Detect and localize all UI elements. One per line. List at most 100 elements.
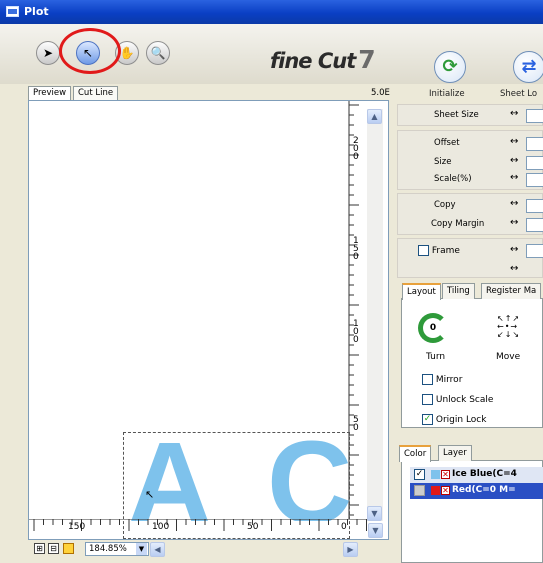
ice-blue-name: Ice Blue(C=4 (452, 469, 517, 479)
frame-group: Frame ↔ ↔ (397, 238, 543, 278)
title-bar: Plot (0, 0, 543, 24)
unlock-scale-check-icon[interactable] (422, 394, 433, 405)
transform-group: Offset ↔ Size ↔ Scale(%) ↔ (397, 130, 543, 190)
logo-text: fine Cut (270, 49, 356, 73)
red-check-icon[interactable] (414, 485, 425, 496)
window-title: Plot (24, 5, 49, 18)
turn-icon[interactable]: 0 (418, 313, 448, 343)
frame-checkbox[interactable]: Frame (418, 245, 460, 256)
sheet-size-label: Sheet Size (434, 110, 479, 120)
copy-field[interactable] (526, 199, 543, 213)
tab-register-marks[interactable]: Register Ma (481, 283, 542, 299)
size-field[interactable] (526, 156, 543, 170)
origin-lock-checkbox[interactable]: ✓ Origin Lock (422, 414, 486, 425)
mouse-cursor-icon: ↖ (145, 488, 155, 501)
ice-blue-swatch (431, 470, 440, 479)
offset-arrow-icon: ↔ (510, 136, 519, 147)
logo-version: 7 (358, 45, 375, 74)
copy-margin-field[interactable] (526, 218, 543, 232)
scroll-right-icon[interactable]: ▶ (343, 542, 358, 557)
ice-blue-cut-icon[interactable]: ✕ (441, 470, 450, 479)
frame-field[interactable] (526, 244, 543, 258)
move-arrows-icon[interactable]: ↖↑↗ ←•→ ↙↓↘ (497, 315, 537, 339)
swap-icon: ⇄ (521, 56, 537, 77)
ruler-label-h0: 0 (341, 522, 347, 532)
zoom-select[interactable]: 184.85% ▼ (85, 542, 149, 556)
offset-field[interactable] (526, 137, 543, 151)
copy-label: Copy (434, 200, 456, 210)
copy-margin-arrow-icon: ↔ (510, 217, 519, 228)
scroll-left-icon[interactable]: ◀ (150, 542, 165, 557)
scale-arrow-icon: ↔ (510, 172, 519, 183)
plot-window: Plot ➤ ↖ ✋ 🔍 fine Cut 7 ⟳ ⇄ Initialize Sh… (0, 0, 543, 563)
ice-blue-check-icon[interactable]: ✓ (414, 469, 425, 480)
initialize-label: Initialize (429, 89, 465, 99)
zoom-value: 184.85% (89, 544, 127, 554)
canvas-letter-c[interactable]: C (267, 424, 352, 521)
unlock-scale-label: Unlock Scale (435, 395, 494, 405)
window-icon (6, 6, 19, 17)
ruler-label-100: 1 0 0 (353, 319, 359, 345)
mirror-check-icon[interactable] (422, 374, 433, 385)
sheet-label: Sheet Lo (500, 89, 538, 99)
chevron-down-icon[interactable]: ▼ (136, 543, 147, 555)
turn-label: Turn (426, 352, 446, 362)
frame-arrow-icon: ↔ (510, 244, 519, 255)
origin-lock-check-icon[interactable]: ✓ (422, 414, 433, 425)
fit-width-icon[interactable]: ⊟ (48, 543, 59, 554)
tab-color[interactable]: Color (399, 445, 432, 462)
ruler-label-200: 2 0 0 (353, 136, 359, 162)
frame-label: Frame (431, 246, 460, 256)
tab-cut-line[interactable]: Cut Line (73, 86, 119, 100)
red-name: Red(C=0 M= (452, 485, 516, 495)
refresh-icon: ⟳ (442, 56, 458, 77)
vertical-scrollbar[interactable]: ▲ ▼ (367, 109, 383, 521)
ruler-label-150: 1 5 0 (353, 236, 359, 262)
copy-margin-label: Copy Margin (431, 219, 485, 229)
sheet-load-button[interactable]: ⇄ (513, 51, 543, 83)
layout-panel: Layout Tiling Register Ma 0 Turn ↖↑↗ ←•→ ↙… (401, 283, 543, 428)
copy-group: Copy ↔ Copy Margin ↔ (397, 193, 543, 235)
highlight-circle (59, 28, 121, 74)
sheet-size-arrow-icon: ↔ (510, 108, 519, 119)
tab-layout[interactable]: Layout (402, 283, 441, 300)
origin-lock-label: Origin Lock (435, 415, 487, 425)
tab-preview[interactable]: Preview (28, 86, 72, 101)
color-row-ice-blue[interactable]: ✓ ✕ Ice Blue(C=4 (410, 467, 543, 483)
arrow-tool-icon[interactable]: ➤ (36, 41, 60, 65)
color-panel: Color Layer ✓ ✕ Ice Blue(C=4 ✕ Red(C=0 M… (399, 445, 543, 563)
scroll-down-end-icon[interactable]: ▼ (368, 523, 383, 538)
ruler-label-h100: 100 (152, 522, 170, 532)
unlock-scale-checkbox[interactable]: Unlock Scale (422, 394, 493, 405)
color-row-red[interactable]: ✕ Red(C=0 M= (410, 483, 543, 499)
sheet-size-field[interactable] (526, 109, 543, 123)
frame-check-icon[interactable] (418, 245, 429, 256)
finecut-logo: fine Cut 7 (270, 45, 376, 74)
scale-label: Scale(%) (434, 174, 472, 184)
canvas-letter-a[interactable]: A (127, 425, 212, 521)
mirror-checkbox[interactable]: Mirror (422, 374, 462, 385)
initialize-button[interactable]: ⟳ (434, 51, 466, 83)
preview-canvas[interactable]: ▲ ▼ 2 0 0 1 5 0 1 0 0 5 0 A C 150 100 50… (28, 100, 389, 540)
offset-label: Offset (434, 138, 460, 148)
tab-layer[interactable]: Layer (438, 445, 472, 461)
tab-tiling[interactable]: Tiling (442, 283, 475, 299)
scroll-up-icon[interactable]: ▲ (367, 109, 382, 124)
copy-arrow-icon: ↔ (510, 198, 519, 209)
frame-arrow2-icon: ↔ (510, 263, 519, 274)
size-arrow-icon: ↔ (510, 155, 519, 166)
zoom-selection-icon[interactable] (63, 543, 74, 554)
red-cut-icon[interactable]: ✕ (441, 486, 450, 495)
ruler-label-h150: 150 (68, 522, 86, 532)
status-bar: ⊞ ⊟ 184.85% ▼ ◀ ▶ (28, 540, 389, 559)
move-label: Move (496, 352, 521, 362)
ruler-label-50: 5 0 (353, 415, 359, 433)
fit-page-icon[interactable]: ⊞ (34, 543, 45, 554)
mirror-label: Mirror (435, 375, 463, 385)
sheet-size-row: Sheet Size ↔ (397, 104, 543, 126)
size-label: Size (434, 157, 452, 167)
zoom-tool-icon[interactable]: 🔍 (146, 41, 170, 65)
scale-field[interactable] (526, 173, 543, 187)
scroll-down-icon[interactable]: ▼ (367, 506, 382, 521)
scale-readout: 5.0E (371, 88, 390, 98)
